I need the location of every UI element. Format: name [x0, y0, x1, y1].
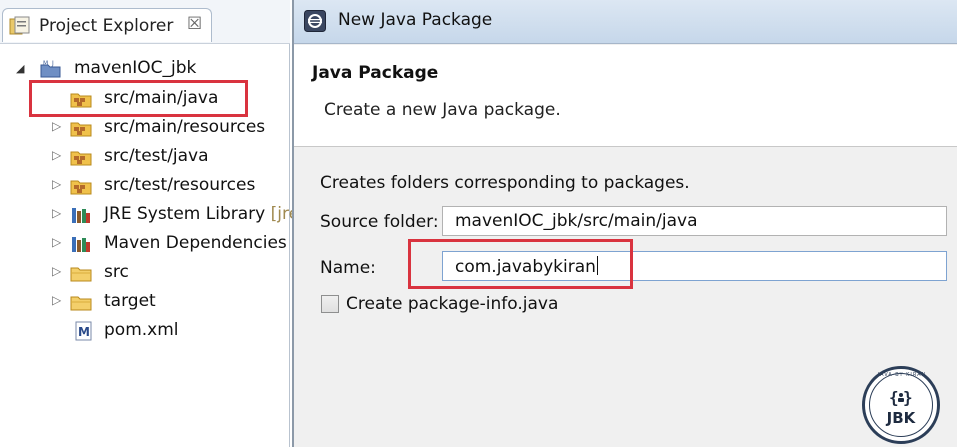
highlight-box-package-name — [408, 239, 633, 289]
source-folder-label: Source folder: — [320, 212, 439, 232]
collapsed-arrow-icon[interactable]: ▷ — [52, 177, 61, 191]
project-explorer-view: Project Explorer ☒ ◢ M J mavenIOC_jbk sr… — [0, 0, 299, 447]
project-explorer-icon — [9, 16, 30, 35]
view-tab-bar: Project Explorer ☒ — [0, 0, 290, 44]
collapsed-arrow-icon[interactable]: ▷ — [52, 235, 61, 249]
collapsed-arrow-icon[interactable]: ▷ — [52, 264, 61, 278]
collapsed-arrow-icon[interactable]: ▷ — [52, 293, 61, 307]
tree-item-label: Maven Dependencies — [104, 233, 287, 253]
dialog-title: New Java Package — [338, 10, 493, 30]
tree-item-src-test-java[interactable]: ▷ src/test/java — [0, 144, 290, 170]
jbk-logo: JAVA BY KIRAN { } JBK — [862, 366, 940, 444]
package-folder-icon — [70, 122, 92, 137]
create-package-info-checkbox[interactable] — [321, 295, 339, 313]
tree-item-src[interactable]: ▷ src — [0, 260, 290, 286]
tree-item-label: pom.xml — [104, 320, 179, 340]
svg-text:J: J — [51, 60, 54, 67]
tree-item-src-main-resources[interactable]: ▷ src/main/resources — [0, 115, 290, 141]
wizard-banner: Java Package Create a new Java package. — [294, 45, 957, 147]
library-icon — [72, 208, 90, 223]
tree-item-label: src/test/java — [104, 146, 209, 166]
dialog-title-bar[interactable]: New Java Package — [294, 0, 957, 44]
name-label: Name: — [320, 258, 376, 278]
tree-item-target[interactable]: ▷ target — [0, 289, 290, 315]
expanded-arrow-icon[interactable]: ◢ — [16, 62, 24, 75]
svg-text:M: M — [43, 60, 48, 67]
close-icon[interactable]: ☒ — [187, 14, 202, 34]
tree-item-jre-system-library[interactable]: ▷ JRE System Library [jre — [0, 202, 299, 228]
wizard-heading: Java Package — [312, 63, 439, 83]
collapsed-arrow-icon[interactable]: ▷ — [52, 148, 61, 162]
tree-item-label: target — [104, 291, 156, 311]
library-icon — [72, 237, 90, 252]
code-bracket-icon: { } — [889, 388, 913, 407]
tree-item-pom-xml[interactable]: M pom.xml — [0, 318, 290, 344]
folder-icon — [70, 296, 92, 311]
tab-label: Project Explorer — [39, 16, 174, 36]
tree-item-label: src — [104, 262, 129, 282]
folder-icon — [70, 267, 92, 282]
source-folder-input[interactable]: mavenIOC_jbk/src/main/java — [442, 206, 947, 236]
wizard-description: Create a new Java package. — [324, 100, 561, 120]
package-folder-icon — [70, 180, 92, 195]
tree-item-src-test-resources[interactable]: ▷ src/test/resources — [0, 173, 290, 199]
collapsed-arrow-icon[interactable]: ▷ — [52, 206, 61, 220]
logo-text: JBK — [886, 409, 916, 427]
project-name: mavenIOC_jbk — [74, 58, 197, 78]
info-text: Creates folders corresponding to package… — [320, 173, 690, 193]
tab-project-explorer[interactable]: Project Explorer ☒ — [2, 8, 212, 42]
tree-item-maven-dependencies[interactable]: ▷ Maven Dependencies — [0, 231, 290, 257]
collapsed-arrow-icon[interactable]: ▷ — [52, 119, 61, 133]
package-folder-icon — [70, 151, 92, 166]
eclipse-icon — [304, 10, 326, 32]
svg-text:}: } — [903, 388, 913, 407]
tree-item-project[interactable]: ◢ M J mavenIOC_jbk — [0, 56, 290, 82]
create-package-info-label[interactable]: Create package-info.java — [346, 294, 558, 314]
svg-text:M: M — [78, 325, 90, 339]
svg-text:{: { — [889, 388, 899, 407]
tree-item-label: src/test/resources — [104, 175, 256, 195]
highlight-box-source-folder — [29, 80, 248, 117]
maven-file-icon: M — [75, 321, 92, 341]
tree-item-label: src/main/resources — [104, 117, 266, 137]
tree-item-label: JRE System Library [jre — [104, 204, 300, 224]
new-java-package-dialog: New Java Package Java Package Create a n… — [292, 0, 957, 447]
logo-arc-text: JAVA BY KIRAN — [877, 372, 927, 378]
maven-project-icon: M J — [40, 60, 61, 78]
